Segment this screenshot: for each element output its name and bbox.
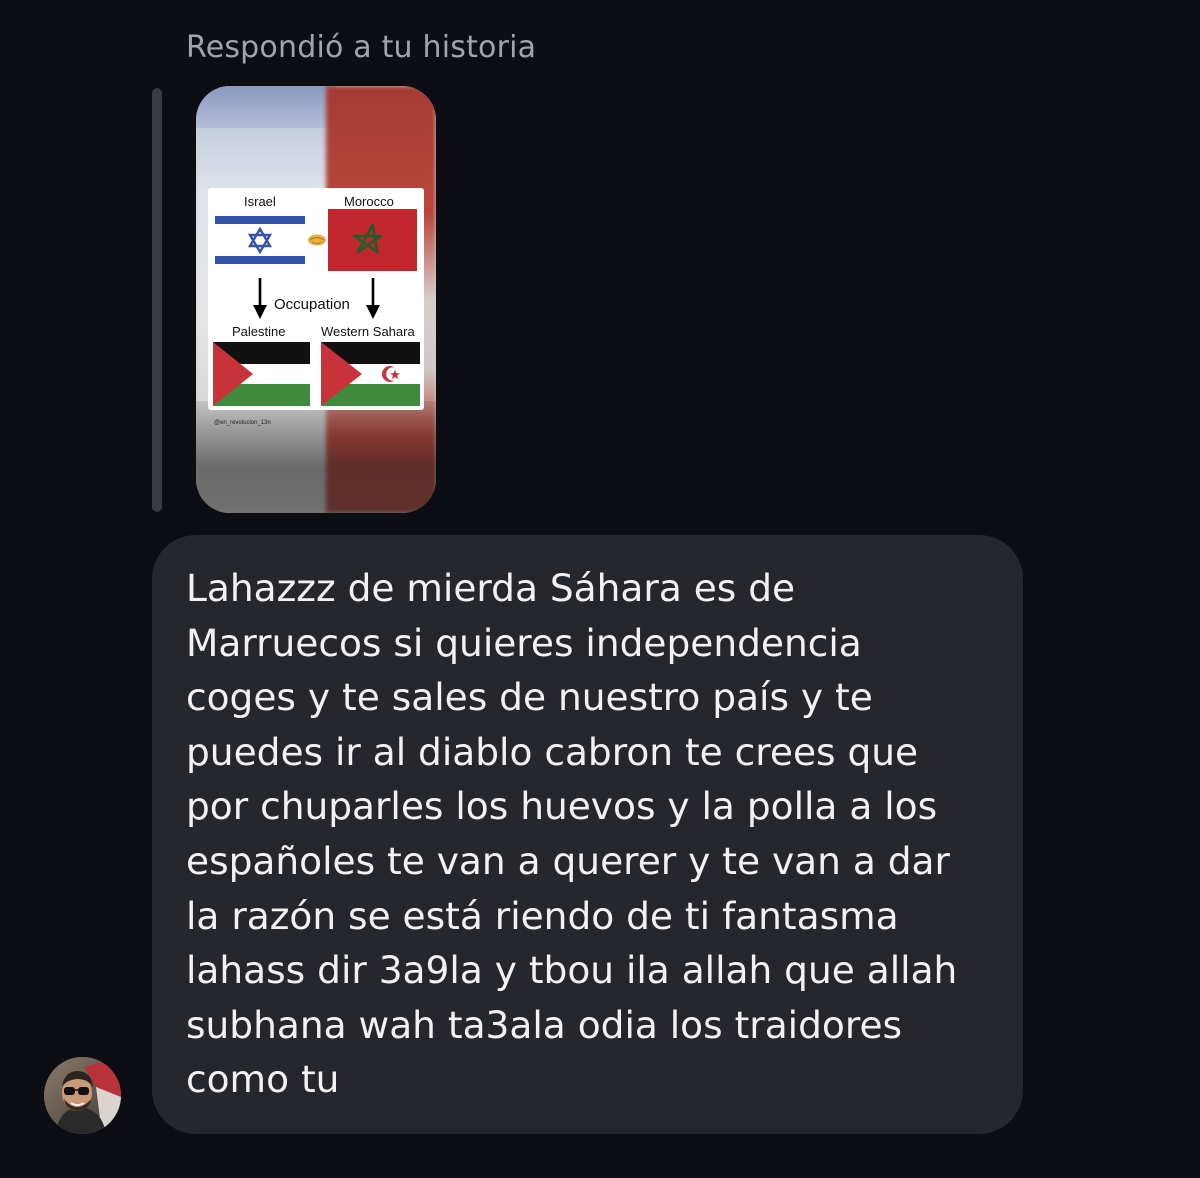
story-thumbnail[interactable]: Israel Morocco Occupation Palestine West… [196,86,436,513]
message-line: Marruecos si quieres independencia [186,620,862,665]
handshake-icon [308,234,326,246]
message-bubble[interactable]: Lahazzz de mierda Sáhara es de Marruecos… [152,535,1023,1134]
morocco-flag-icon [328,209,417,271]
message-line: Lahazzz de mierda Sáhara es de [186,566,796,610]
reply-context-label: Respondió a tu historia [186,30,537,65]
poster-label-western-sahara: Western Sahara [321,324,415,339]
message-line: lahass dir 3a9la y tbou ila allah que al… [186,948,958,993]
western-sahara-flag-icon [321,342,420,406]
arrow-down-icon [253,278,267,319]
message-line: por chuparles los huevos y la polla a lo… [186,784,938,829]
dm-thread: Respondió a tu historia Israel Morocco O… [0,0,1200,1178]
israel-flag-icon [215,211,305,269]
story-handle: @en_revolucion_13n [214,420,271,426]
avatar-icon [44,1057,121,1134]
message-line: como tu [186,1057,340,1102]
sender-avatar[interactable] [44,1057,121,1134]
message-line: españoles te van a querer y te van a dar [186,838,950,883]
message-line: la razón se está riendo de ti fantasma [186,893,899,938]
message-text: Lahazzz de mierda Sáhara es de Marruecos… [186,561,989,1107]
message-line: coges y te sales de nuestro país y te [186,675,873,720]
poster-label-palestine: Palestine [232,324,286,339]
palestine-flag-icon [213,342,310,406]
reply-indicator-bar [152,88,162,512]
message-line: puedes ir al diablo cabron te crees que [186,729,919,774]
poster-label-israel: Israel [244,194,276,209]
message-line: subhana wah ta3ala odia los traidores [186,1002,903,1047]
poster-label-occupation: Occupation [274,296,350,313]
poster-label-morocco: Morocco [344,194,394,209]
arrow-down-icon [366,278,380,319]
story-poster: Israel Morocco Occupation Palestine West… [208,188,424,410]
